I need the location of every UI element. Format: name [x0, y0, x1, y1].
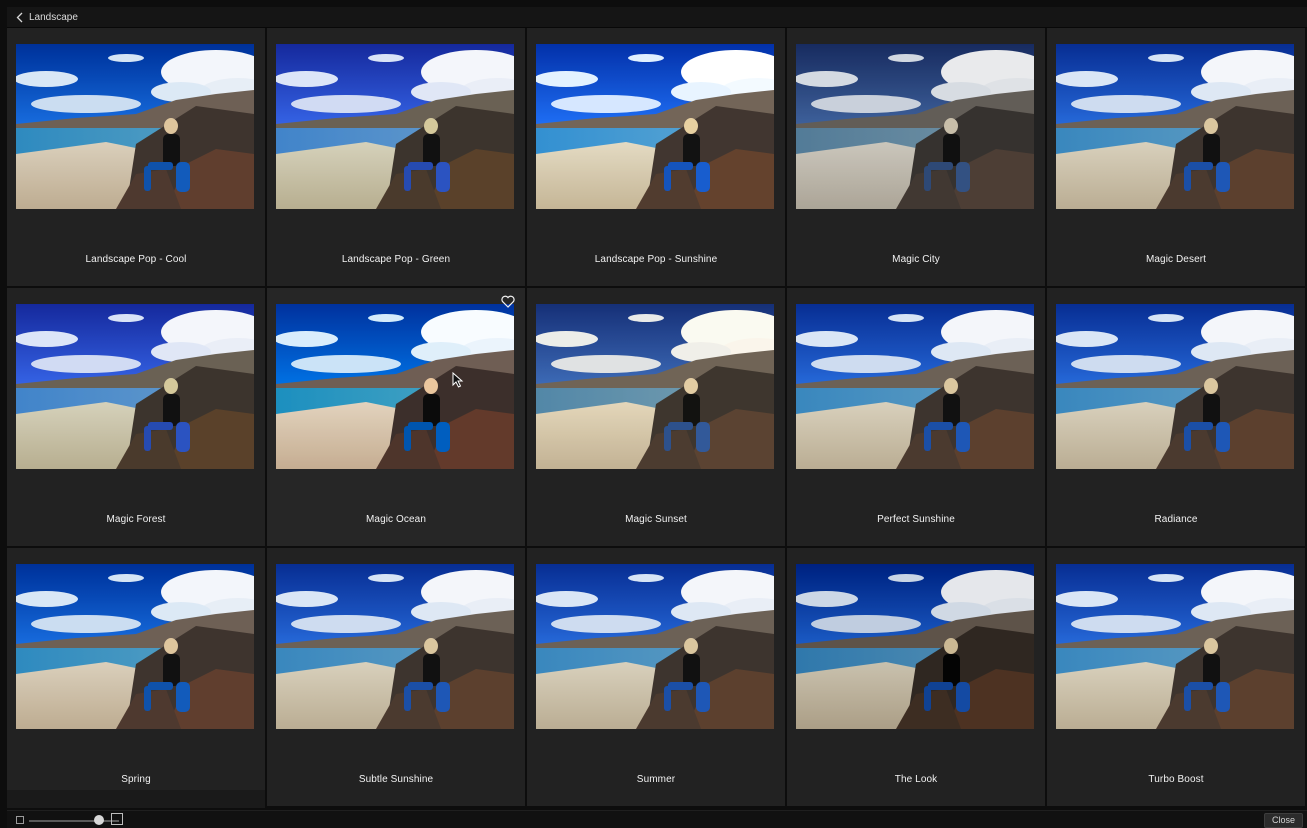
heart-outline-icon[interactable] — [501, 295, 515, 308]
chevron-left-icon — [16, 12, 23, 22]
preset-tile[interactable]: Magic Ocean — [267, 288, 525, 546]
preset-thumbnail — [796, 44, 1034, 209]
preset-name: Radiance — [1154, 514, 1198, 525]
preset-thumbnail — [536, 564, 774, 729]
preset-tile[interactable]: Magic Forest — [7, 288, 265, 546]
small-square-icon — [16, 816, 24, 824]
preset-thumbnail — [276, 44, 514, 209]
preset-name: Magic City — [892, 254, 940, 265]
slider-knob[interactable] — [94, 815, 105, 825]
preset-name: Magic Desert — [1145, 254, 1207, 265]
preset-tile[interactable]: Landscape Pop - Sunshine — [527, 28, 785, 286]
preset-name: Spring — [121, 774, 151, 785]
preset-tile[interactable]: Landscape Pop - Cool — [7, 28, 265, 286]
bottom-bar: Close — [7, 810, 1307, 828]
preset-name: Summer — [636, 774, 676, 785]
preset-name: Magic Sunset — [625, 514, 687, 525]
preset-name: Turbo Boost — [1148, 774, 1204, 785]
preset-thumbnail — [796, 304, 1034, 469]
preset-name: Landscape Pop - Cool — [85, 254, 187, 265]
preset-tile[interactable]: Magic Sunset — [527, 288, 785, 546]
preset-name: Subtle Sunshine — [358, 774, 434, 785]
scroll-area — [7, 790, 265, 808]
preset-tile[interactable]: Subtle Sunshine — [267, 548, 525, 806]
preset-tile[interactable]: Summer — [527, 548, 785, 806]
preset-thumbnail — [796, 564, 1034, 729]
preset-tile[interactable]: Magic Desert — [1047, 28, 1305, 286]
category-title: Landscape — [29, 11, 78, 23]
close-button[interactable]: Close — [1263, 813, 1303, 828]
preset-thumbnail — [16, 564, 254, 729]
preset-name: Perfect Sunshine — [877, 514, 955, 525]
preset-tile[interactable]: The Look — [787, 548, 1045, 806]
preset-tile[interactable]: Landscape Pop - Green — [267, 28, 525, 286]
preset-thumbnail — [276, 564, 514, 729]
top-bar: Landscape — [7, 7, 1307, 28]
thumbnail-size-slider[interactable] — [29, 820, 119, 822]
large-square-icon — [111, 813, 123, 825]
preset-thumbnail — [1056, 44, 1294, 209]
back-button[interactable]: Landscape — [7, 12, 78, 23]
preset-thumbnail — [16, 44, 254, 209]
preset-name: The Look — [894, 774, 938, 785]
preset-name: Landscape Pop - Green — [341, 254, 451, 265]
preset-name: Magic Ocean — [365, 514, 427, 525]
preset-thumbnail — [16, 304, 254, 469]
preset-tile[interactable]: Radiance — [1047, 288, 1305, 546]
preset-thumbnail — [536, 44, 774, 209]
preset-tile[interactable]: Turbo Boost — [1047, 548, 1305, 806]
preset-thumbnail — [276, 304, 514, 469]
preset-tile[interactable]: Spring — [7, 548, 265, 806]
preset-thumbnail — [1056, 564, 1294, 729]
mouse-pointer-icon — [452, 372, 464, 388]
preset-name: Landscape Pop - Sunshine — [594, 254, 718, 265]
preset-tile[interactable]: Perfect Sunshine — [787, 288, 1045, 546]
preset-thumbnail — [536, 304, 774, 469]
preset-thumbnail — [1056, 304, 1294, 469]
preset-tile[interactable]: Magic City — [787, 28, 1045, 286]
preset-name: Magic Forest — [106, 514, 166, 525]
preset-grid: Landscape Pop - Cool Landscape Pop - Gree… — [7, 28, 1307, 806]
